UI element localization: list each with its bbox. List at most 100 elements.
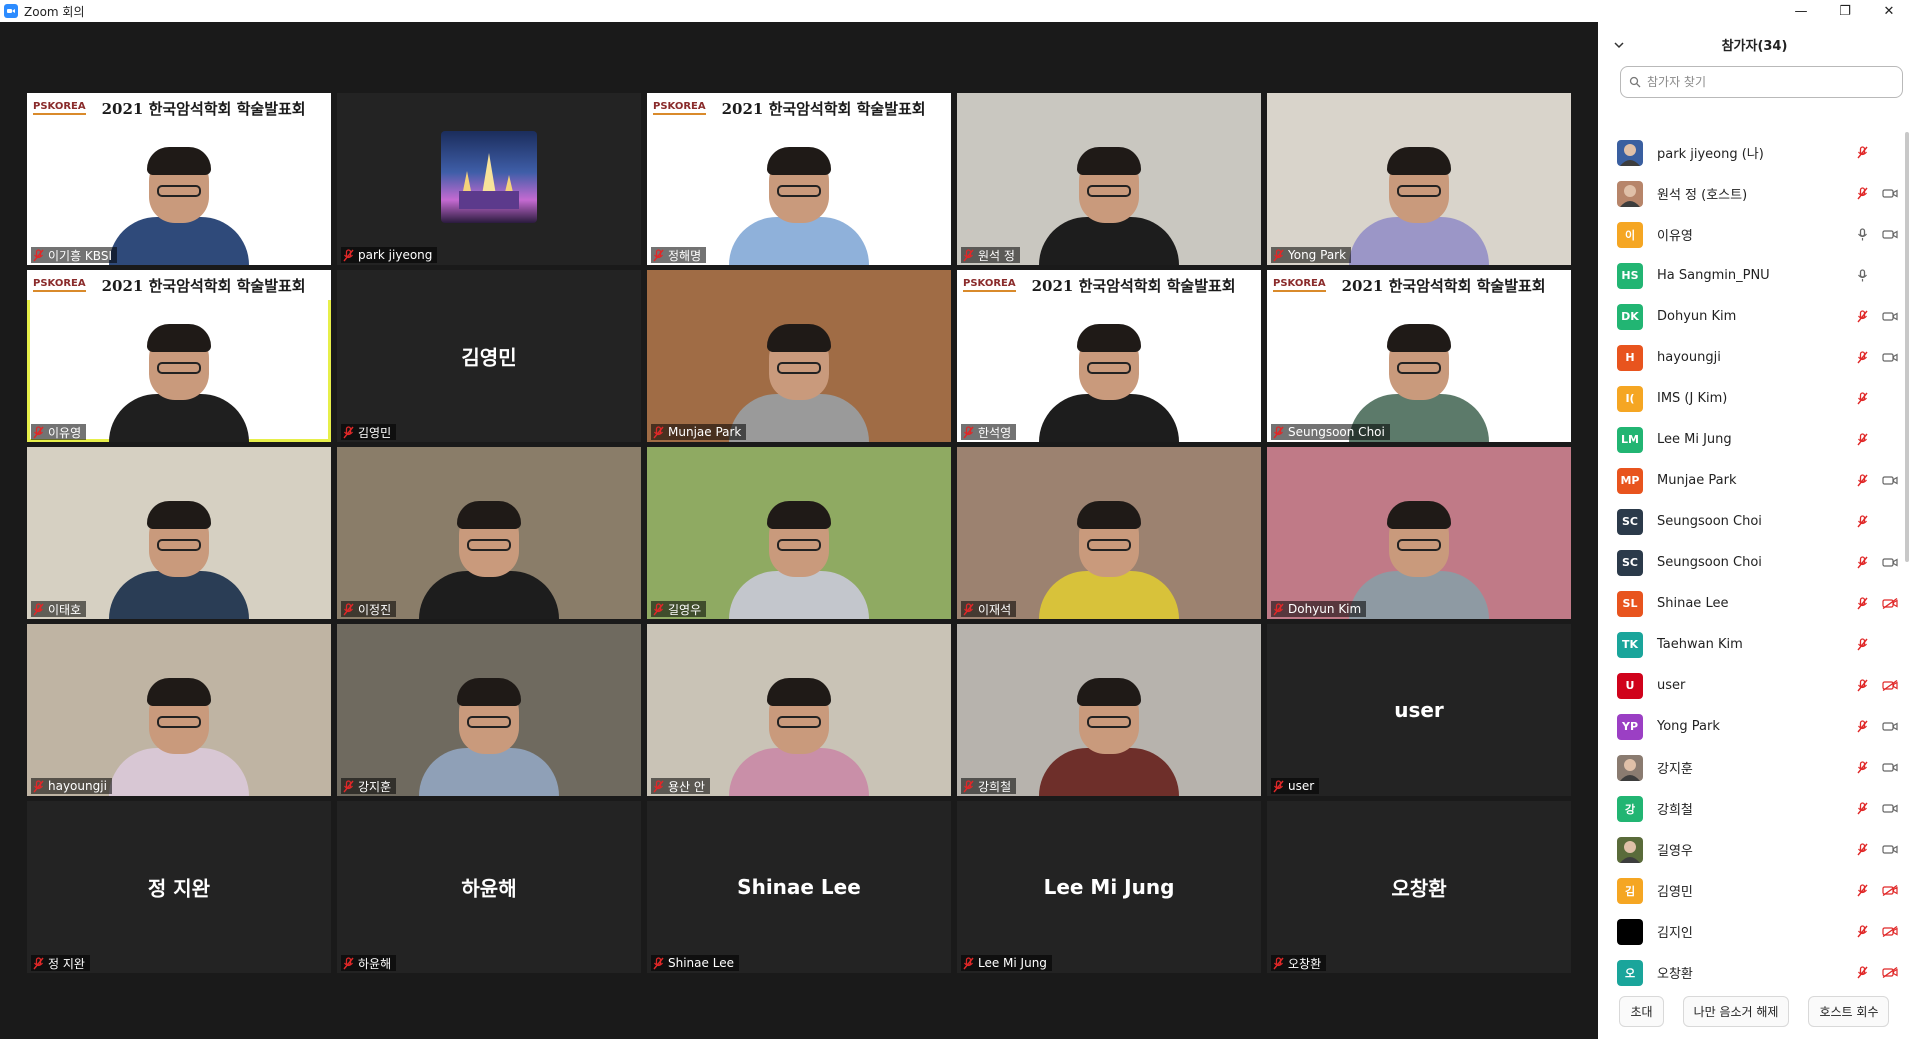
camera-off-icon[interactable]	[1881, 677, 1899, 693]
mic-icon[interactable]	[1853, 226, 1871, 242]
camera-icon[interactable]	[1881, 554, 1899, 570]
chevron-down-icon[interactable]	[1612, 38, 1626, 52]
participant-row[interactable]: SC Seungsoon Choi	[1598, 542, 1911, 583]
participant-row[interactable]: park jiyeong (나)	[1598, 132, 1911, 173]
camera-icon[interactable]	[1881, 841, 1899, 857]
mic-muted-icon[interactable]	[1853, 841, 1871, 857]
video-tile[interactable]: 하윤해 하윤해	[337, 801, 641, 973]
name-tag: 한석영	[961, 424, 1017, 440]
participant-row[interactable]: Uuser	[1598, 665, 1911, 706]
participant-row[interactable]: 김지인	[1598, 911, 1911, 952]
participant-search-input[interactable]	[1647, 75, 1887, 89]
mic-muted-icon[interactable]	[1853, 390, 1871, 406]
participant-list-scrollbar[interactable]	[1905, 132, 1909, 562]
minimize-button[interactable]: —	[1779, 0, 1823, 22]
participant-row[interactable]: LM Lee Mi Jung	[1598, 419, 1911, 460]
mic-muted-icon[interactable]	[1853, 144, 1871, 160]
participant-row[interactable]: 이 이유영	[1598, 214, 1911, 255]
participant-video: PSKOREA 2021 한국암석학회 학술발표회	[27, 270, 331, 442]
video-tile[interactable]: 강지훈	[337, 624, 641, 796]
participant-row[interactable]: 강지훈	[1598, 747, 1911, 788]
participant-row[interactable]: SC Seungsoon Choi	[1598, 501, 1911, 542]
video-tile[interactable]: Shinae Lee Shinae Lee	[647, 801, 951, 973]
reclaim-host-button[interactable]: 호스트 회수	[1808, 996, 1890, 1027]
video-tile[interactable]: PSKOREA 2021 한국암석학회 학술발표회 Seungsoon Choi	[1267, 270, 1571, 442]
video-tile[interactable]: 이태호	[27, 447, 331, 619]
video-tile[interactable]: Dohyun Kim	[1267, 447, 1571, 619]
mic-muted-icon[interactable]	[1853, 718, 1871, 734]
pskorea-logo: PSKOREA	[33, 101, 86, 115]
camera-icon[interactable]	[1881, 718, 1899, 734]
video-tile[interactable]: Munjae Park	[647, 270, 951, 442]
mic-muted-icon[interactable]	[1853, 636, 1871, 652]
participant-row[interactable]: 김 김영민	[1598, 870, 1911, 911]
video-tile[interactable]: 김영민 김영민	[337, 270, 641, 442]
participant-row[interactable]: 원석 정 (호스트)	[1598, 173, 1911, 214]
video-tile[interactable]: 원석 정	[957, 93, 1261, 265]
mic-muted-icon[interactable]	[1853, 923, 1871, 939]
participant-name: Taehwan Kim	[1657, 637, 1743, 652]
participant-name: Yong Park	[1657, 719, 1720, 734]
video-tile[interactable]: 용산 안	[647, 624, 951, 796]
camera-icon[interactable]	[1881, 308, 1899, 324]
video-tile[interactable]: Lee Mi Jung Lee Mi Jung	[957, 801, 1261, 973]
video-tile[interactable]: 길영우	[647, 447, 951, 619]
mic-muted-icon[interactable]	[1853, 185, 1871, 201]
video-tile[interactable]: 강희철	[957, 624, 1261, 796]
mic-muted-icon[interactable]	[1853, 472, 1871, 488]
camera-icon[interactable]	[1881, 349, 1899, 365]
participant-row[interactable]: YP Yong Park	[1598, 706, 1911, 747]
camera-off-icon[interactable]	[1881, 882, 1899, 898]
mic-muted-icon	[963, 602, 974, 616]
video-tile[interactable]: PSKOREA 2021 한국암석학회 학술발표회 정해명	[647, 93, 951, 265]
close-button[interactable]: ✕	[1867, 0, 1911, 22]
mic-muted-icon[interactable]	[1853, 759, 1871, 775]
participant-row[interactable]: 길영우	[1598, 829, 1911, 870]
video-tile[interactable]: user user	[1267, 624, 1571, 796]
video-tile[interactable]: 오창환 오창환	[1267, 801, 1571, 973]
participant-row[interactable]: Hhayoungji	[1598, 337, 1911, 378]
participant-row[interactable]: DK Dohyun Kim	[1598, 296, 1911, 337]
mic-icon[interactable]	[1853, 267, 1871, 283]
camera-icon[interactable]	[1881, 472, 1899, 488]
mic-muted-icon[interactable]	[1853, 882, 1871, 898]
mic-muted-icon[interactable]	[1853, 595, 1871, 611]
mic-muted-icon[interactable]	[1853, 964, 1871, 980]
participant-row[interactable]: 강 강희철	[1598, 788, 1911, 829]
mic-muted-icon[interactable]	[1853, 677, 1871, 693]
restore-button[interactable]: ❐	[1823, 0, 1867, 22]
video-tile[interactable]: 정 지완 정 지완	[27, 801, 331, 973]
participant-search[interactable]	[1620, 66, 1903, 98]
video-tile[interactable]: Yong Park	[1267, 93, 1571, 265]
camera-off-icon[interactable]	[1881, 595, 1899, 611]
camera-icon[interactable]	[1881, 759, 1899, 775]
camera-icon[interactable]	[1881, 800, 1899, 816]
video-tile[interactable]: hayoungji	[27, 624, 331, 796]
mic-muted-icon[interactable]	[1853, 431, 1871, 447]
participant-row[interactable]: I(IMS (J Kim)	[1598, 378, 1911, 419]
camera-icon[interactable]	[1881, 185, 1899, 201]
participant-video	[27, 447, 331, 619]
mic-muted-icon[interactable]	[1853, 513, 1871, 529]
camera-off-icon[interactable]	[1881, 964, 1899, 980]
video-tile[interactable]: PSKOREA 2021 한국암석학회 학술발표회 이유영	[27, 270, 331, 442]
mic-muted-icon[interactable]	[1853, 349, 1871, 365]
video-tile[interactable]: 이재석	[957, 447, 1261, 619]
video-tile[interactable]: PSKOREA 2021 한국암석학회 학술발표회 한석영	[957, 270, 1261, 442]
participant-row[interactable]: TK Taehwan Kim	[1598, 624, 1911, 665]
mic-muted-icon[interactable]	[1853, 800, 1871, 816]
participant-row[interactable]: MP Munjae Park	[1598, 460, 1911, 501]
participant-row[interactable]: SL Shinae Lee	[1598, 583, 1911, 624]
video-tile[interactable]: park jiyeong	[337, 93, 641, 265]
unmute-me-button[interactable]: 나만 음소거 해제	[1682, 996, 1790, 1027]
mic-muted-icon[interactable]	[1853, 554, 1871, 570]
video-tile[interactable]: PSKOREA 2021 한국암석학회 학술발표회 이기흥 KBSI	[27, 93, 331, 265]
invite-button[interactable]: 초대	[1619, 996, 1664, 1027]
video-tile[interactable]: 이정진	[337, 447, 641, 619]
participant-row[interactable]: HS Ha Sangmin_PNU	[1598, 255, 1911, 296]
participant-display-name: 오창환	[1391, 876, 1447, 901]
mic-muted-icon[interactable]	[1853, 308, 1871, 324]
camera-icon[interactable]	[1881, 226, 1899, 242]
participant-name: 길영우	[1657, 844, 1693, 859]
camera-off-icon[interactable]	[1881, 923, 1899, 939]
